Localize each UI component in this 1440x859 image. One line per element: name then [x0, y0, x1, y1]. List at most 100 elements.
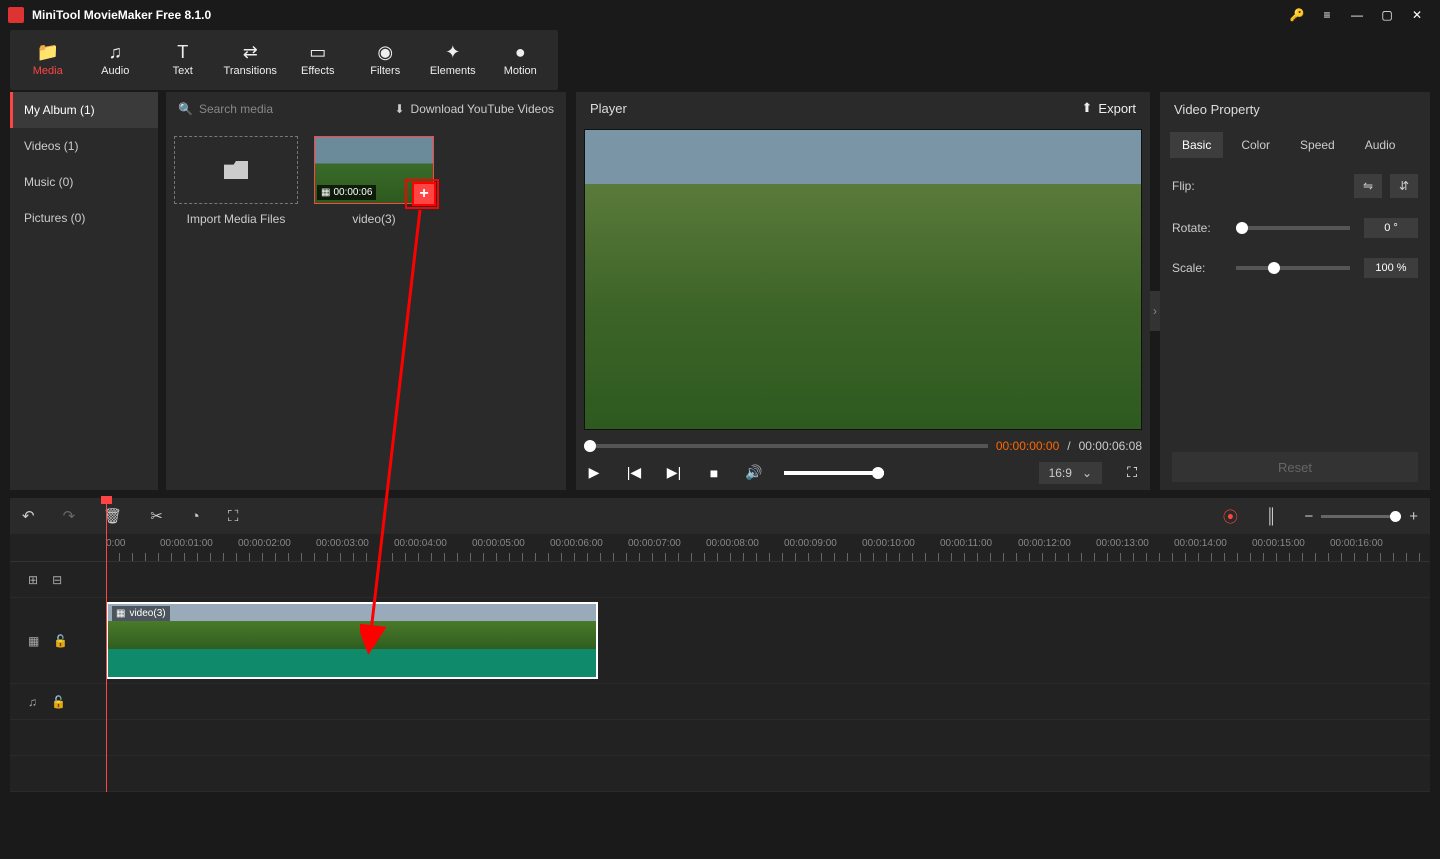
undo-button[interactable]: ↶ — [22, 507, 35, 525]
audio-waveform — [108, 649, 596, 677]
flip-vertical-button[interactable]: ⇵ — [1390, 174, 1418, 198]
clip-name: video(3) — [352, 212, 395, 226]
media-thumbnail[interactable]: ▦ 00:00:06 + — [314, 136, 434, 204]
export-icon: ⬆ — [1082, 100, 1093, 116]
player-title: Player — [590, 101, 1082, 116]
rotate-knob[interactable] — [1236, 222, 1248, 234]
app-title: MiniTool MovieMaker Free 8.1.0 — [32, 8, 1282, 22]
menu-icon[interactable]: ≡ — [1312, 0, 1342, 30]
next-frame-button[interactable]: ▶| — [664, 464, 684, 481]
fullscreen-button[interactable]: ⛶ — [1122, 464, 1142, 481]
video-preview[interactable] — [584, 129, 1142, 430]
reset-button[interactable]: Reset — [1172, 452, 1418, 482]
tab-media[interactable]: 📁Media — [14, 32, 82, 88]
flip-horizontal-button[interactable]: ⇋ — [1354, 174, 1382, 198]
ruler-mark: 00:00:10:00 — [862, 538, 915, 549]
volume-slider[interactable] — [784, 471, 884, 475]
scale-knob[interactable] — [1268, 262, 1280, 274]
volume-knob[interactable] — [872, 467, 884, 479]
snap-button[interactable]: ║ — [1266, 508, 1277, 525]
lock-icon[interactable]: 🔓 — [51, 695, 66, 709]
timeline-ruler[interactable]: 0:0000:00:01:0000:00:02:0000:00:03:0000:… — [10, 534, 1430, 562]
search-icon: 🔍 — [178, 102, 193, 116]
zoom-out-button[interactable]: − — [1304, 508, 1313, 525]
add-to-timeline-button[interactable]: + — [412, 182, 436, 206]
effects-icon: ▭ — [309, 43, 326, 61]
tab-effects[interactable]: ▭Effects — [284, 32, 352, 88]
scale-slider[interactable] — [1236, 266, 1350, 270]
maximize-button[interactable]: ▢ — [1372, 0, 1402, 30]
flip-v-icon: ⇵ — [1399, 179, 1409, 193]
tab-transitions[interactable]: ⇄Transitions — [217, 32, 285, 88]
import-media-button[interactable] — [174, 136, 298, 204]
motion-icon: ● — [515, 43, 526, 61]
scale-label: Scale: — [1172, 261, 1228, 275]
tab-motion[interactable]: ●Motion — [487, 32, 555, 88]
zoom-knob[interactable] — [1390, 511, 1401, 522]
search-input[interactable]: 🔍 Search media — [178, 102, 388, 116]
tab-elements[interactable]: ✦Elements — [419, 32, 487, 88]
media-panel: 🔍 Search media ⬇ Download YouTube Videos… — [166, 92, 566, 490]
zoom-in-button[interactable]: + — [1409, 508, 1418, 525]
crop-button[interactable]: ⛶ — [228, 508, 239, 525]
rotate-value[interactable]: 0 ° — [1364, 218, 1418, 238]
tab-text[interactable]: TText — [149, 32, 217, 88]
redo-button[interactable]: ↷ — [63, 507, 76, 525]
clip-duration-badge: ▦ 00:00:06 — [317, 185, 376, 200]
zoom-slider[interactable] — [1321, 515, 1401, 518]
lock-icon[interactable]: 🔓 — [53, 634, 68, 648]
split-button[interactable]: ✂ — [150, 507, 163, 525]
aspect-ratio-dropdown[interactable]: 16:9 ⌄ — [1039, 462, 1102, 484]
panel-collapse-handle[interactable]: › — [1150, 291, 1160, 331]
export-button[interactable]: ⬆ Export — [1082, 100, 1136, 116]
sidebar-item-pictures[interactable]: Pictures (0) — [10, 200, 158, 236]
play-button[interactable]: ▶ — [584, 464, 604, 481]
ruler-mark: 00:00:06:00 — [550, 538, 603, 549]
ruler-mark: 00:00:01:00 — [160, 538, 213, 549]
film-icon: ▦ — [116, 608, 125, 619]
prev-frame-button[interactable]: |◀ — [624, 464, 644, 481]
track-add-icon[interactable]: ⊞ — [28, 573, 38, 587]
stop-button[interactable]: ■ — [704, 465, 724, 481]
app-logo — [8, 7, 24, 23]
titlebar: MiniTool MovieMaker Free 8.1.0 🔑 ≡ — ▢ ✕ — [0, 0, 1440, 30]
sidebar-item-videos[interactable]: Videos (1) — [10, 128, 158, 164]
download-youtube-button[interactable]: ⬇ Download YouTube Videos — [394, 102, 554, 116]
prop-tab-audio[interactable]: Audio — [1353, 132, 1408, 158]
prop-tab-color[interactable]: Color — [1229, 132, 1282, 158]
flip-label: Flip: — [1172, 179, 1228, 193]
ruler-mark: 00:00:08:00 — [706, 538, 759, 549]
text-icon: T — [177, 43, 188, 61]
chevron-down-icon: ⌄ — [1082, 466, 1092, 480]
elements-icon: ✦ — [445, 43, 460, 61]
prop-tab-speed[interactable]: Speed — [1288, 132, 1347, 158]
rotate-slider[interactable] — [1236, 226, 1350, 230]
volume-icon[interactable]: 🔊 — [744, 464, 764, 481]
seek-knob[interactable] — [584, 440, 596, 452]
sidebar-item-music[interactable]: Music (0) — [10, 164, 158, 200]
seek-bar[interactable] — [584, 444, 988, 448]
playhead[interactable] — [106, 498, 107, 792]
license-key-icon[interactable]: 🔑 — [1282, 0, 1312, 30]
time-current: 00:00:00:00 — [996, 439, 1059, 453]
clip-label: ▦ video(3) — [112, 606, 170, 621]
property-panel: › Video Property Basic Color Speed Audio… — [1160, 92, 1430, 490]
scale-value[interactable]: 100 % — [1364, 258, 1418, 278]
minimize-button[interactable]: — — [1342, 0, 1372, 30]
prop-tab-basic[interactable]: Basic — [1170, 132, 1223, 158]
timeline: ↶ ↷ 🗑 ✂ ◔ ⛶ ⦿ ║ − + 0:0000:00:01:0000:00… — [10, 498, 1430, 792]
timeline-clip[interactable]: ▦ video(3) — [106, 602, 598, 679]
speed-button[interactable]: ◔ — [191, 508, 200, 525]
folder-icon — [224, 161, 248, 179]
sidebar-item-myalbum[interactable]: My Album (1) — [10, 92, 158, 128]
import-label: Import Media Files — [187, 212, 286, 226]
tab-audio[interactable]: ♫Audio — [82, 32, 150, 88]
track-collapse-icon[interactable]: ⊟ — [52, 573, 62, 587]
player-panel: Player ⬆ Export 00:00:00:00 / 00:00:06:0… — [576, 92, 1150, 490]
tab-filters[interactable]: ◉Filters — [352, 32, 420, 88]
ruler-mark: 00:00:05:00 — [472, 538, 525, 549]
rotate-label: Rotate: — [1172, 221, 1228, 235]
close-button[interactable]: ✕ — [1402, 0, 1432, 30]
marker-button[interactable]: ⦿ — [1223, 506, 1238, 527]
filters-icon: ◉ — [377, 43, 393, 61]
